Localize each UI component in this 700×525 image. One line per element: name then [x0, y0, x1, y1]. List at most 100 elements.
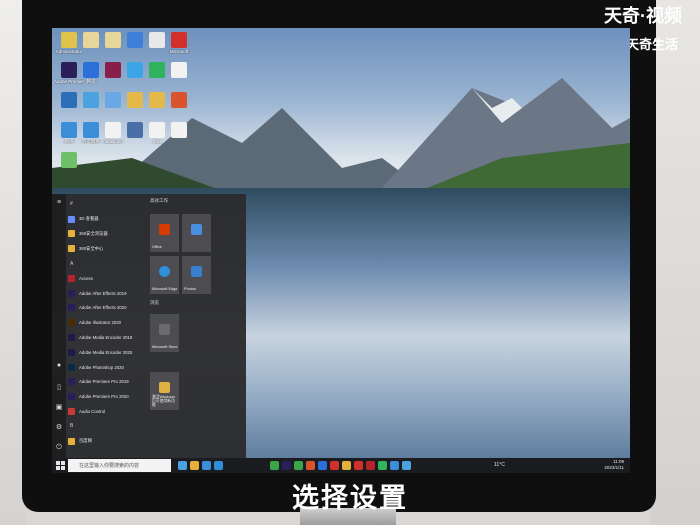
taskbar-app-icon[interactable]: [306, 461, 315, 470]
taskbar-app-icon[interactable]: [342, 461, 351, 470]
desktop-icon[interactable]: [164, 122, 194, 139]
app-list-item[interactable]: Access: [68, 271, 148, 286]
weather-widget[interactable]: 11°C: [494, 462, 505, 468]
taskbar-app-icon[interactable]: [178, 461, 187, 470]
tile-office[interactable]: Office: [150, 214, 179, 252]
taskbar-app-icon[interactable]: [402, 461, 411, 470]
app-list-item[interactable]: Audio Control: [68, 404, 148, 419]
desktop-app-icon: [149, 32, 165, 48]
desktop-icon[interactable]: [164, 62, 194, 79]
power-icon[interactable]: ⏻: [55, 444, 63, 452]
app-label: 360安全中心: [79, 245, 104, 251]
tiles-heading: 高效工作: [150, 198, 168, 203]
app-label: Adobe Premiere Pro 2019: [79, 379, 129, 385]
tile-label: Office: [152, 245, 162, 249]
desktop-app-icon: [105, 122, 121, 138]
start-menu: ≡ ● ▯ ▣ ⚙ ⏻ #3D 查看器 360安全浏览器 360安全中心 A Acces…: [52, 194, 246, 458]
desktop-app-icon: [105, 62, 121, 78]
user-icon[interactable]: ●: [55, 362, 63, 370]
tile-store[interactable]: Microsoft Store: [150, 314, 179, 352]
app-icon: [68, 230, 75, 238]
app-label: Audio Control: [79, 409, 106, 415]
edge-icon: [159, 266, 170, 277]
tile-photos[interactable]: Photos: [182, 256, 211, 294]
tile-label: Photos: [184, 287, 196, 291]
app-label: #: [70, 201, 73, 208]
tile-label: 激活Windows 后可使用新功能: [152, 395, 175, 407]
tile-app-group[interactable]: [182, 214, 211, 252]
desktop-app-icon: [61, 92, 77, 108]
desktop-icon[interactable]: [164, 92, 194, 109]
app-label: B: [70, 423, 74, 430]
app-list-item[interactable]: 3D 查看器: [68, 212, 148, 227]
desktop-icon-label: Administrator: [55, 49, 83, 54]
app-list-item[interactable]: Adobe Media Encoder 2019: [68, 330, 148, 345]
taskbar-app-icon[interactable]: [270, 461, 279, 470]
desktop-icon[interactable]: [54, 152, 84, 169]
taskbar-app-icon[interactable]: [202, 461, 211, 470]
app-icon: [68, 319, 75, 327]
taskbar-app-icon[interactable]: [282, 461, 291, 470]
app-label: 百度网: [79, 438, 92, 444]
taskbar-app-icon[interactable]: [354, 461, 363, 470]
app-icon: [68, 348, 75, 356]
desktop-app-icon: [149, 92, 165, 108]
taskbar: 在这里输入你要搜索的内容 11°C 11:09 2023/1/11: [52, 458, 630, 473]
app-label: Adobe After Effects 2019: [79, 290, 127, 296]
settings-icon[interactable]: ⚙: [55, 424, 63, 432]
app-list-letter-header[interactable]: B: [68, 419, 148, 434]
video-caption: 选择设置: [292, 483, 408, 513]
tile-label: Microsoft Store: [152, 345, 178, 349]
desktop-app-icon: [61, 122, 77, 138]
app-icon: [68, 245, 75, 253]
desktop-icon[interactable]: Microsoft: [164, 32, 194, 54]
windows-start-icon[interactable]: [56, 461, 65, 470]
app-list-item[interactable]: Adobe After Effects 2019: [68, 286, 148, 301]
taskbar-app-icon[interactable]: [330, 461, 339, 470]
tile-activate[interactable]: 激活Windows 后可使用新功能: [150, 372, 179, 410]
tile-edge[interactable]: Microsoft Edge: [150, 256, 179, 294]
taskbar-app-icon[interactable]: [366, 461, 375, 470]
app-list-item[interactable]: Adobe Premiere Pro 2019: [68, 375, 148, 390]
app-list-item[interactable]: Adobe Premiere Pro 2020: [68, 389, 148, 404]
taskbar-app-icon[interactable]: [294, 461, 303, 470]
taskbar-app-icon[interactable]: [190, 461, 199, 470]
desktop-app-icon: [61, 152, 77, 168]
desktop-app-icon: [105, 92, 121, 108]
desktop-app-icon: [83, 32, 99, 48]
app-list-item[interactable]: 360安全中心: [68, 241, 148, 256]
office-icon: [159, 224, 170, 235]
desktop-icon-label: 1.txt: [152, 139, 162, 144]
desktop-app-icon: [61, 62, 77, 78]
taskbar-clock[interactable]: 11:09 2023/1/11: [604, 459, 624, 471]
app-list-item[interactable]: Adobe After Effects 2020: [68, 301, 148, 316]
taskbar-app-icon[interactable]: [318, 461, 327, 470]
desktop-app-icon: [83, 92, 99, 108]
app-list-item[interactable]: 360安全浏览器: [68, 227, 148, 242]
taskbar-app-icon[interactable]: [378, 461, 387, 470]
taskbar-app-icon[interactable]: [390, 461, 399, 470]
document-icon[interactable]: ▯: [55, 384, 63, 392]
hamburger-icon[interactable]: ≡: [55, 199, 63, 207]
app-icon: [68, 289, 75, 297]
pictures-icon[interactable]: ▣: [55, 404, 63, 412]
app-list-item[interactable]: Adobe Illustrator 2020: [68, 315, 148, 330]
taskbar-app-icon[interactable]: [214, 461, 223, 470]
search-placeholder: 在这里输入你要搜索的内容: [79, 463, 140, 469]
app-label: 3D 查看器: [79, 216, 99, 222]
app-group-icon: [191, 224, 202, 235]
taskbar-search-box[interactable]: 在这里输入你要搜索的内容: [68, 459, 171, 472]
app-list-letter-header[interactable]: A: [68, 256, 148, 271]
app-icon: [68, 334, 75, 342]
app-list-item[interactable]: Adobe Media Encoder 2020: [68, 345, 148, 360]
desktop-app-icon: [127, 92, 143, 108]
app-list-item[interactable]: 百度网: [68, 434, 148, 449]
app-list-letter-header[interactable]: #: [68, 197, 148, 212]
app-icon: [68, 393, 75, 401]
app-list-item[interactable]: Adobe Photoshop 2020: [68, 360, 148, 375]
app-label: Adobe After Effects 2020: [79, 305, 127, 311]
activate-icon: [159, 382, 170, 393]
background-right: [650, 0, 700, 525]
app-icon: [68, 437, 75, 445]
app-label: Adobe Photoshop 2020: [79, 364, 124, 370]
